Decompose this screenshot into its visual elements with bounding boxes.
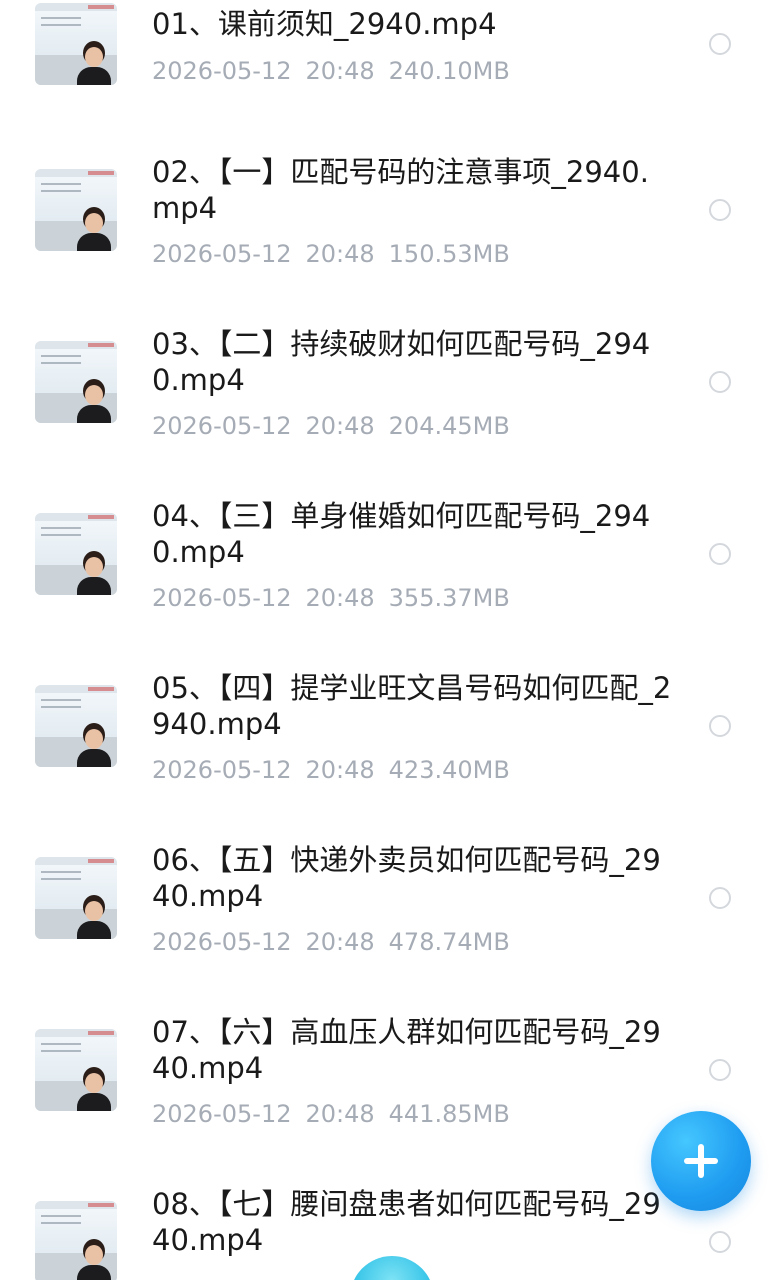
file-date: 2026-05-12 [152,756,292,784]
file-date: 2026-05-12 [152,240,292,268]
file-date: 2026-05-12 [152,928,292,956]
file-list-item[interactable]: 04、【三】单身催婚如何匹配号码_2940.mp4 2026-05-12 20:4… [0,494,781,654]
file-time: 20:48 [305,240,375,268]
file-meta: 2026-05-12 20:48 355.37MB [152,583,510,613]
select-radio[interactable] [709,715,731,737]
file-name: 06、【五】快递外卖员如何匹配号码_2940.mp4 [152,843,661,913]
file-size: 355.37MB [388,584,510,612]
file-name: 07、【六】高血压人群如何匹配号码_2940.mp4 [152,1015,661,1085]
file-name: 02、【一】匹配号码的注意事项_2940.mp4 [152,155,649,225]
select-radio[interactable] [709,543,731,565]
file-size: 423.40MB [388,756,510,784]
select-radio[interactable] [709,199,731,221]
file-time: 20:48 [305,756,375,784]
video-thumbnail [35,3,117,85]
file-name: 08、【七】腰间盘患者如何匹配号码_2940.mp4 [152,1187,661,1257]
file-time: 20:48 [305,584,375,612]
file-meta: 2026-05-12 20:48 204.45MB [152,411,510,441]
file-meta: 2026-05-12 20:48 240.10MB [152,56,510,86]
file-name: 04、【三】单身催婚如何匹配号码_2940.mp4 [152,499,651,569]
file-size: 204.45MB [388,412,510,440]
file-list-item[interactable]: 05、【四】提学业旺文昌号码如何匹配_2940.mp4 2026-05-12 20… [0,666,781,826]
video-thumbnail [35,1029,117,1111]
file-date: 2026-05-12 [152,412,292,440]
video-thumbnail [35,341,117,423]
select-radio[interactable] [709,887,731,909]
file-date: 2026-05-12 [152,1100,292,1128]
file-date: 2026-05-12 [152,584,292,612]
file-time: 20:48 [305,412,375,440]
select-radio[interactable] [709,33,731,55]
file-meta: 2026-05-12 20:48 478.74MB [152,927,510,957]
video-thumbnail [35,685,117,767]
video-thumbnail [35,513,117,595]
video-thumbnail [35,1201,117,1280]
file-size: 240.10MB [388,57,510,85]
file-size: 441.85MB [388,1100,510,1128]
file-date: 2026-05-12 [152,57,292,85]
file-browser-screen: 01、课前须知_2940.mp4 2026-05-12 20:48 240.10MB… [0,0,781,1280]
file-list-item[interactable]: 01、课前须知_2940.mp4 2026-05-12 20:48 240.10MB [0,0,781,160]
file-list-item[interactable]: 02、【一】匹配号码的注意事项_2940.mp4 2026-05-12 20:48… [0,150,781,310]
plus-icon [684,1144,718,1178]
file-name: 01、课前须知_2940.mp4 [152,7,497,41]
video-thumbnail [35,857,117,939]
file-size: 150.53MB [388,240,510,268]
file-meta: 2026-05-12 20:48 441.85MB [152,1099,510,1129]
file-meta: 2026-05-12 20:48 150.53MB [152,239,510,269]
file-time: 20:48 [305,928,375,956]
file-list-item[interactable]: 06、【五】快递外卖员如何匹配号码_2940.mp4 2026-05-12 20:… [0,838,781,998]
file-time: 20:48 [305,57,375,85]
add-button[interactable] [651,1111,751,1211]
file-size: 478.74MB [388,928,510,956]
file-meta: 2026-05-12 20:48 423.40MB [152,755,510,785]
file-name: 03、【二】持续破财如何匹配号码_2940.mp4 [152,327,651,397]
file-name: 05、【四】提学业旺文昌号码如何匹配_2940.mp4 [152,671,672,741]
select-radio[interactable] [709,1231,731,1253]
file-list-item[interactable]: 03、【二】持续破财如何匹配号码_2940.mp4 2026-05-12 20:4… [0,322,781,482]
video-thumbnail [35,169,117,251]
file-time: 20:48 [305,1100,375,1128]
select-radio[interactable] [709,371,731,393]
select-radio[interactable] [709,1059,731,1081]
